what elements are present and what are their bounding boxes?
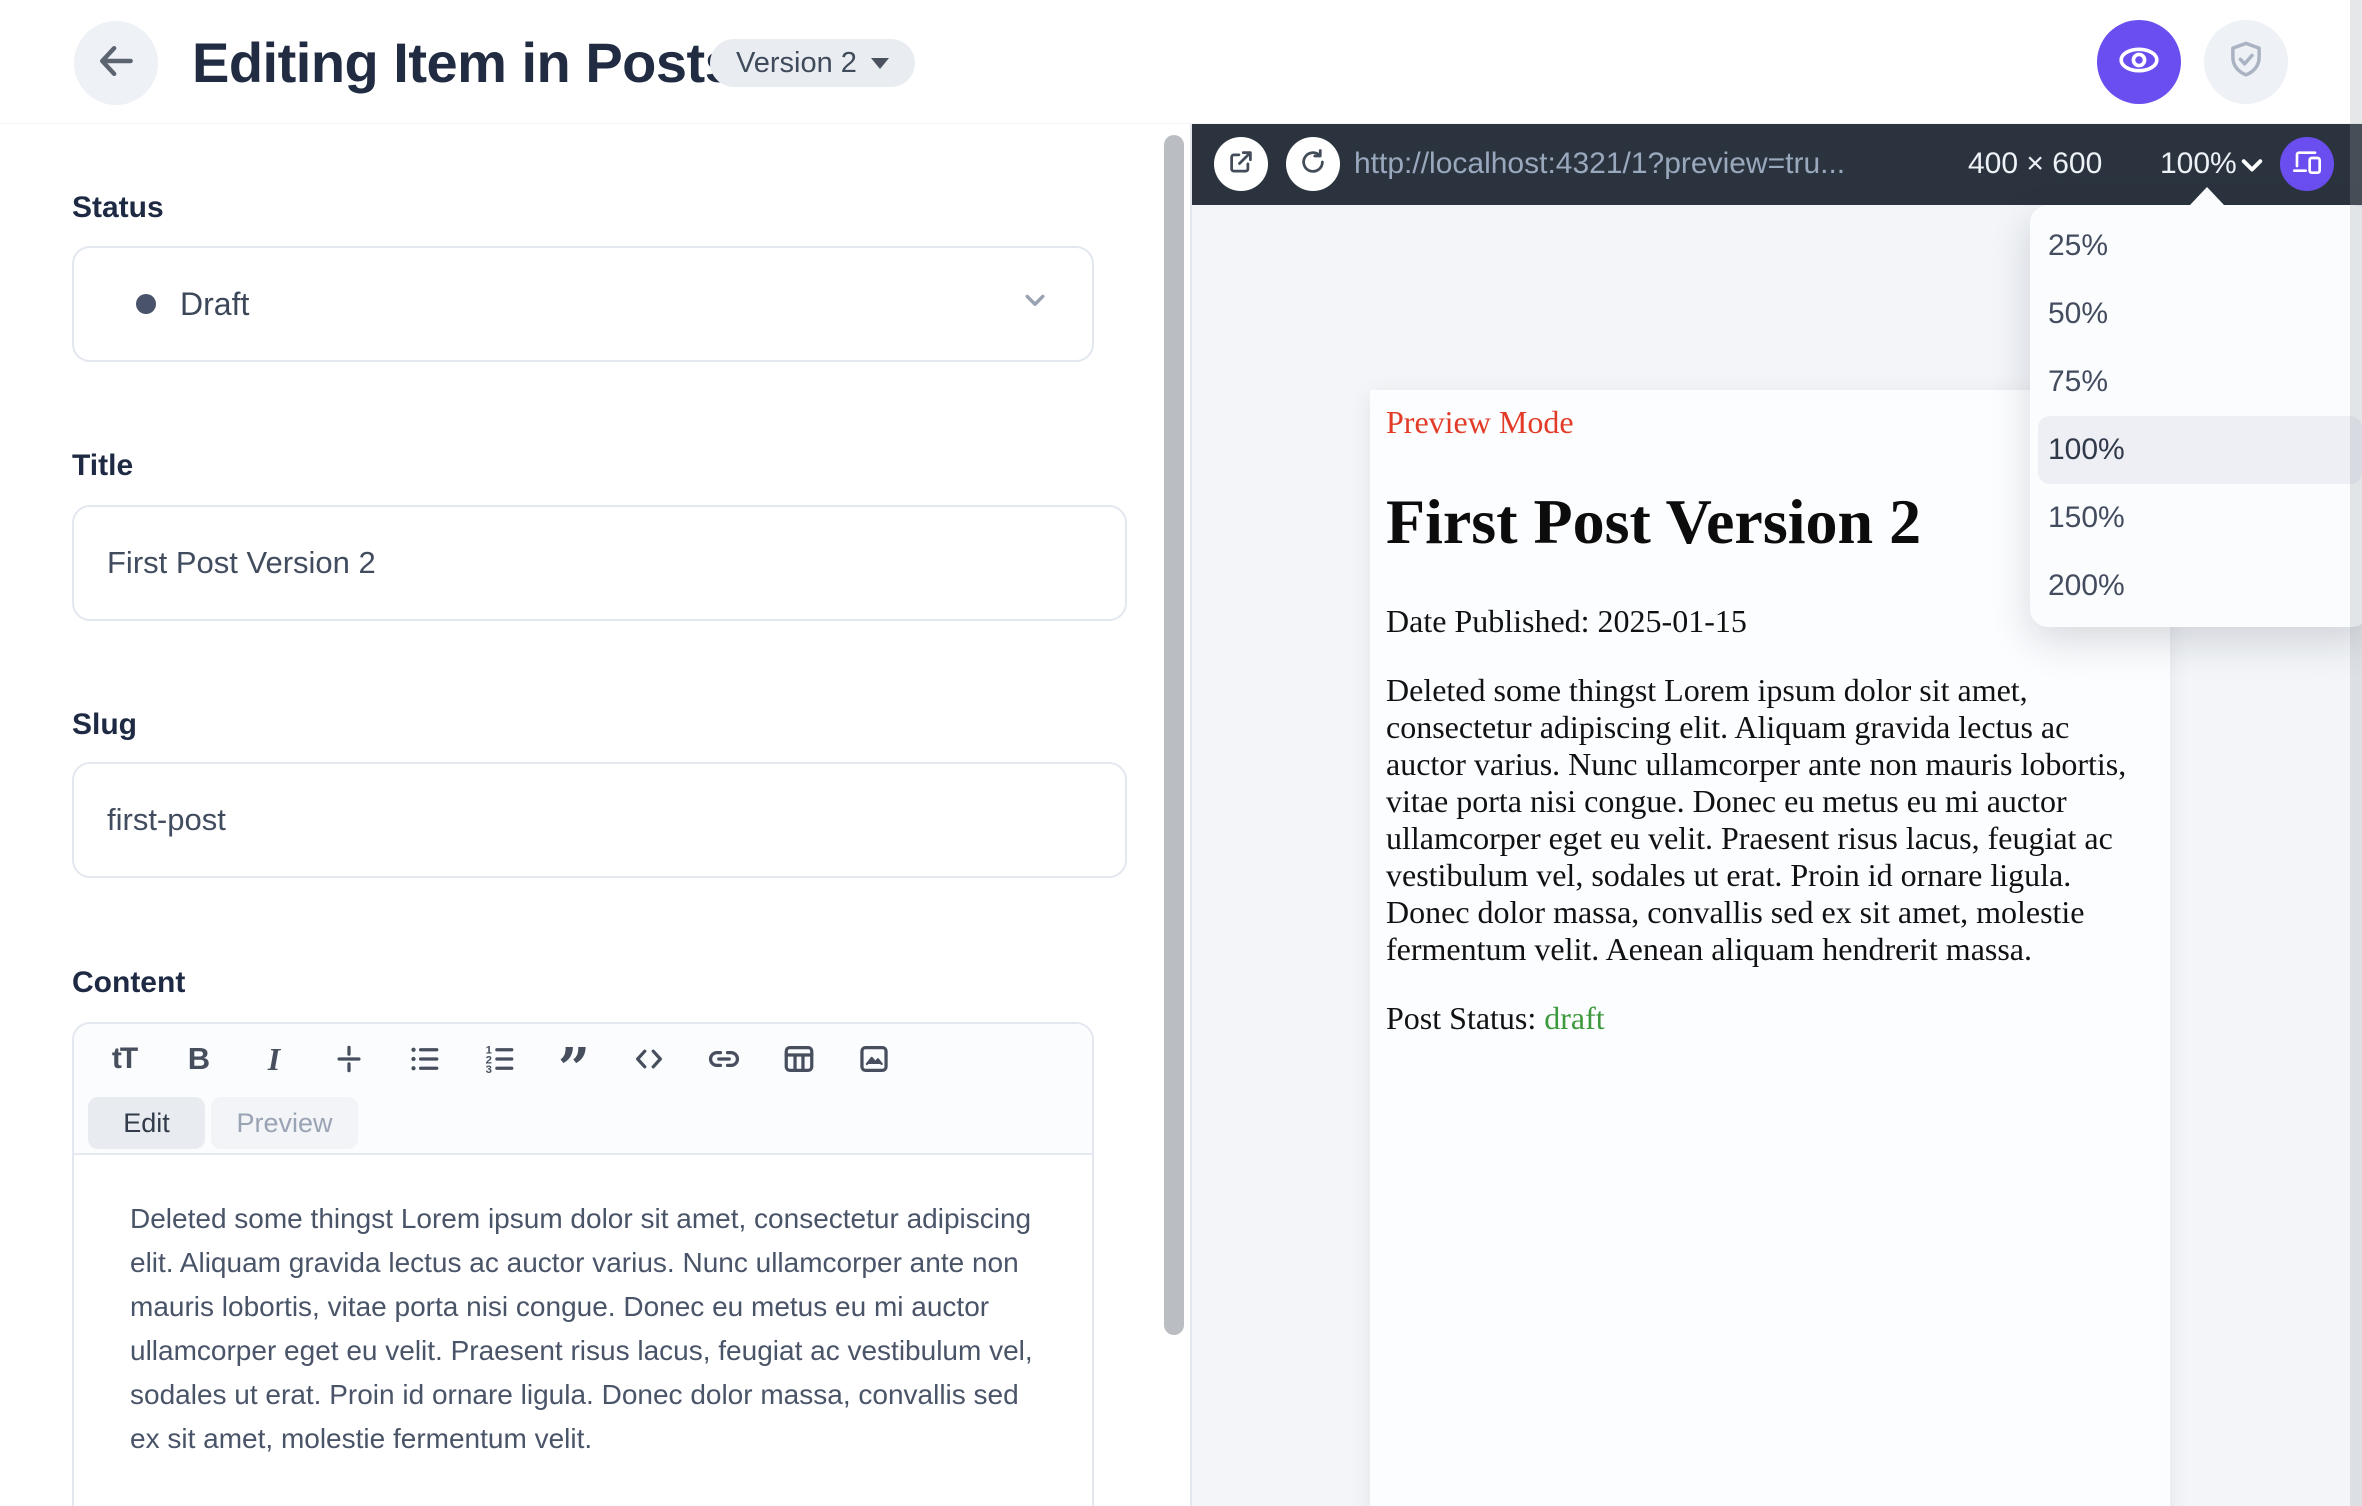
italic-icon[interactable]: I [257,1041,291,1077]
zoom-dropdown-menu: 25% 50% 75% 100% 150% 200% [2030,205,2362,627]
slug-input[interactable]: first-post [72,762,1127,878]
bullet-list-icon[interactable] [407,1042,441,1076]
bold-icon[interactable]: B [182,1041,216,1076]
status-label: Status [72,191,164,224]
app-header: Editing Item in Posts Version 2 [0,0,2362,124]
title-input[interactable]: First Post Version 2 [72,505,1127,621]
viewport-dimensions: 400 × 600 [1968,147,2103,180]
status-value: Draft [180,285,250,322]
dropdown-caret [2190,187,2224,205]
zoom-option-100[interactable]: 100% [2038,416,2362,484]
refresh-icon [1298,147,1328,182]
content-editor: tT B I 123 ” Edit Preview Deleted some t… [72,1022,1094,1506]
status-dot-icon [136,294,156,314]
slug-label: Slug [72,708,137,741]
post-status-line: Post Status: draft [1386,1000,2154,1037]
zoom-option-50[interactable]: 50% [2038,280,2362,348]
zoom-option-200[interactable]: 200% [2038,552,2362,620]
edit-form-panel: Status Draft Title First Post Version 2 … [0,123,1190,1506]
page-title: Editing Item in Posts [192,31,736,94]
url-text[interactable]: http://localhost:4321/1?preview=tru... [1354,123,1845,205]
eye-icon [2116,37,2162,88]
code-icon[interactable] [632,1042,666,1076]
blockquote-icon[interactable]: ” [557,1041,591,1097]
image-icon[interactable] [857,1042,891,1076]
post-status-value: draft [1544,1000,1605,1036]
svg-text:3: 3 [486,1064,492,1076]
preview-toggle-button[interactable] [2097,20,2181,104]
arrow-left-icon [94,39,138,88]
chevron-down-icon[interactable] [2234,147,2270,183]
chevron-down-icon [870,57,889,69]
ordered-list-icon[interactable]: 123 [482,1042,516,1076]
heading-icon[interactable]: tT [107,1042,141,1076]
post-status-label: Post Status: [1386,1000,1545,1036]
preview-browser-toolbar: http://localhost:4321/1?preview=tru... 4… [1192,123,2362,205]
back-button[interactable] [74,21,158,105]
link-icon[interactable] [707,1042,741,1076]
form-scrollbar[interactable] [1164,135,1184,1335]
title-label: Title [72,449,134,482]
strikethrough-icon[interactable] [332,1042,366,1076]
version-selector[interactable]: Version 2 [710,39,915,87]
responsive-device-icon [2291,146,2323,183]
content-textarea[interactable]: Deleted some thingst Lorem ipsum dolor s… [74,1155,1092,1503]
post-body: Deleted some thingst Lorem ipsum dolor s… [1386,672,2127,967]
open-in-new-icon [1226,147,1256,182]
shield-check-icon [2225,39,2267,86]
editor-toolbar: tT B I 123 ” Edit Preview [74,1024,1092,1155]
content-label: Content [72,966,186,999]
open-in-new-button[interactable] [1214,137,1268,191]
zoom-option-75[interactable]: 75% [2038,348,2362,416]
preview-panel: http://localhost:4321/1?preview=tru... 4… [1190,123,2362,1506]
tab-preview[interactable]: Preview [211,1097,358,1149]
chevron-down-icon [1018,283,1052,325]
refresh-button[interactable] [1286,137,1340,191]
zoom-option-25[interactable]: 25% [2038,212,2362,280]
responsive-device-button[interactable] [2280,137,2334,191]
tab-edit[interactable]: Edit [88,1097,205,1149]
status-select[interactable]: Draft [72,246,1094,362]
table-icon[interactable] [782,1042,816,1076]
window-scrollbar[interactable] [2350,0,2362,1506]
zoom-option-150[interactable]: 150% [2038,484,2362,552]
validation-button[interactable] [2204,20,2288,104]
version-label: Version 2 [736,46,857,79]
